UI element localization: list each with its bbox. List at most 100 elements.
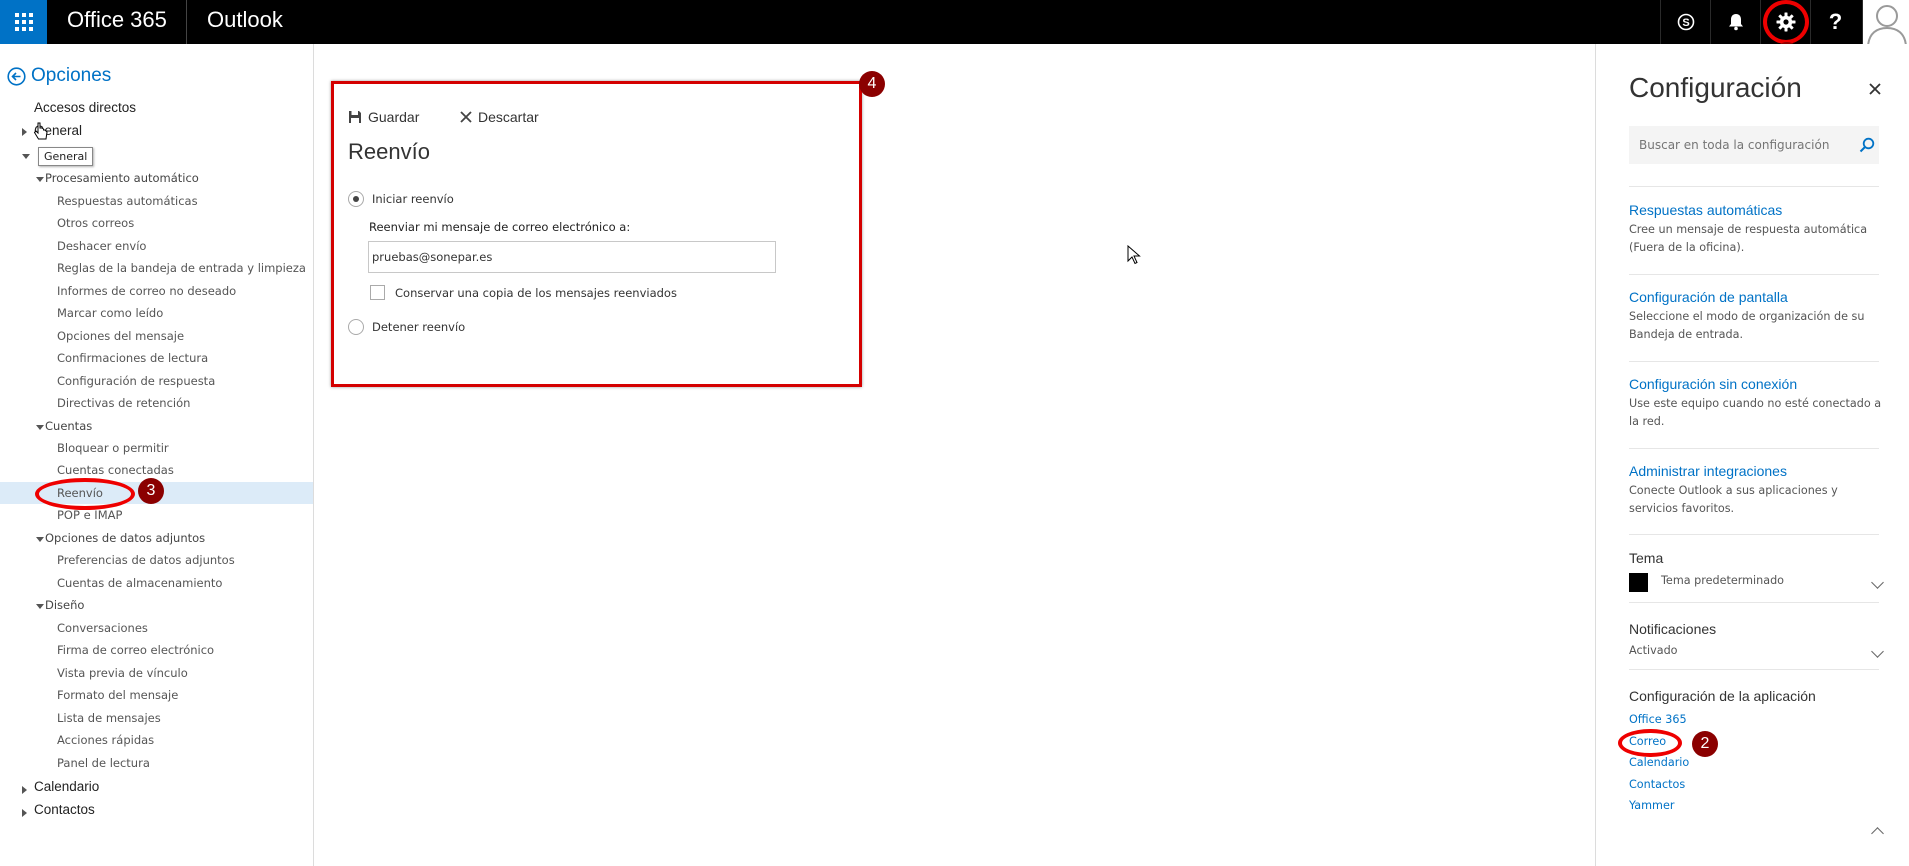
nav-item-reply-settings[interactable]: Configuración de respuesta (57, 374, 215, 388)
nav-item-link-preview[interactable]: Vista previa de vínculo (57, 666, 188, 680)
theme-value[interactable]: Tema predeterminado (1661, 574, 1784, 587)
nav-accounts[interactable]: Cuentas (45, 419, 92, 433)
discard-label: Descartar (478, 109, 539, 125)
annotation-ring-forwarding (35, 478, 135, 510)
nav-item-undo-send[interactable]: Deshacer envío (57, 239, 146, 253)
forward-address-input[interactable] (368, 241, 776, 273)
nav-contacts[interactable]: Contactos (34, 802, 95, 817)
app-link-yammer[interactable]: Yammer (1629, 799, 1674, 812)
nav-item-read-receipts[interactable]: Confirmaciones de lectura (57, 351, 208, 365)
settings-desc-offline: Use este equipo cuando no esté conectado… (1629, 397, 1882, 428)
nav-layout[interactable]: Diseño (45, 598, 84, 612)
nav-item-other-mail[interactable]: Otros correos (57, 216, 134, 230)
notifications-button[interactable] (1710, 0, 1760, 44)
separator (1629, 361, 1879, 362)
nav-item-email-signature[interactable]: Firma de correo electrónico (57, 643, 214, 657)
save-button[interactable]: Guardar (348, 109, 419, 125)
settings-link-display[interactable]: Configuración de pantalla (1629, 289, 1788, 305)
expand-calendar-caret[interactable] (22, 786, 27, 794)
separator (1629, 274, 1879, 275)
settings-link-offline[interactable]: Configuración sin conexión (1629, 376, 1797, 392)
nav-item-inbox-rules[interactable]: Reglas de la bandeja de entrada y limpie… (57, 261, 306, 275)
expand-accounts-caret[interactable] (36, 425, 44, 430)
separator (1629, 669, 1879, 670)
chevron-up-icon[interactable] (1871, 827, 1884, 840)
svg-text:S: S (1682, 17, 1689, 29)
save-label: Guardar (368, 109, 420, 125)
expand-general-caret[interactable] (22, 128, 27, 136)
skype-button[interactable]: S (1660, 0, 1710, 44)
nav-item-storage-accounts[interactable]: Cuentas de almacenamiento (57, 576, 222, 590)
start-forwarding-label[interactable]: Iniciar reenvío (372, 192, 454, 206)
expand-contacts-caret[interactable] (22, 809, 27, 817)
expand-attachments-caret[interactable] (36, 537, 44, 542)
expand-layout-caret[interactable] (36, 604, 44, 609)
annotation-ring-settings (1763, 0, 1809, 44)
annotation-ring-mail (1618, 729, 1682, 757)
nav-item-connected-accounts[interactable]: Cuentas conectadas (57, 463, 174, 477)
chevron-down-icon[interactable] (1871, 576, 1884, 589)
discard-button[interactable]: Descartar (460, 109, 539, 125)
close-settings-button[interactable] (1869, 76, 1881, 100)
nav-attachments[interactable]: Opciones de datos adjuntos (45, 531, 205, 545)
app-link-contacts[interactable]: Contactos (1629, 778, 1685, 791)
app-launcher-icon (14, 13, 33, 31)
nav-item-reading-pane[interactable]: Panel de lectura (57, 756, 150, 770)
nav-item-message-list[interactable]: Lista de mensajes (57, 711, 161, 725)
nav-calendar[interactable]: Calendario (34, 779, 99, 794)
start-forwarding-radio[interactable] (348, 191, 364, 207)
nav-item-retention[interactable]: Directivas de retención (57, 396, 190, 410)
settings-desc-integrations: Conecte Outlook a sus aplicaciones y ser… (1629, 484, 1838, 515)
theme-swatch[interactable] (1629, 573, 1648, 592)
office-365-brand[interactable]: Office 365 (67, 0, 167, 44)
back-to-options[interactable]: Opciones (7, 65, 111, 87)
bell-icon (1728, 14, 1743, 31)
app-name[interactable]: Outlook (207, 0, 283, 44)
notifications-value[interactable]: Activado (1629, 644, 1678, 657)
nav-item-mark-read[interactable]: Marcar como leído (57, 306, 163, 320)
settings-link-auto-replies[interactable]: Respuestas automáticas (1629, 202, 1782, 218)
theme-label: Tema (1629, 550, 1664, 566)
expand-mail-caret[interactable] (22, 154, 30, 159)
settings-search-input[interactable] (1629, 126, 1879, 164)
general-tooltip: General (38, 147, 94, 166)
stop-forwarding-radio[interactable] (348, 319, 364, 335)
settings-link-integrations[interactable]: Administrar integraciones (1629, 463, 1787, 479)
nav-item-auto-replies[interactable]: Respuestas automáticas (57, 194, 198, 208)
options-label: Opciones (31, 65, 112, 86)
expand-auto-processing-caret[interactable] (36, 177, 44, 182)
close-icon (460, 111, 472, 123)
app-link-office365[interactable]: Office 365 (1629, 713, 1687, 726)
nav-item-quick-actions[interactable]: Acciones rápidas (57, 733, 154, 747)
nav-item-pop-imap[interactable]: POP e IMAP (57, 508, 122, 522)
nav-item-message-options[interactable]: Opciones del mensaje (57, 329, 184, 343)
nav-item-attachment-prefs[interactable]: Preferencias de datos adjuntos (57, 553, 235, 567)
chevron-down-icon[interactable] (1871, 645, 1884, 658)
avatar[interactable] (1862, 0, 1909, 44)
save-icon (349, 111, 361, 123)
nav-item-conversations[interactable]: Conversaciones (57, 621, 148, 635)
separator (1629, 448, 1879, 449)
separator (1629, 534, 1879, 535)
keep-copy-checkbox[interactable] (370, 285, 385, 300)
stop-forwarding-label[interactable]: Detener reenvío (372, 320, 465, 334)
search-icon[interactable] (1859, 137, 1875, 153)
keep-copy-label[interactable]: Conservar una copia de los mensajes reen… (395, 286, 677, 300)
options-nav: Opciones Accesos directos General Proces… (0, 44, 314, 866)
nav-item-block-allow[interactable]: Bloquear o permitir (57, 441, 169, 455)
separator (1629, 186, 1879, 187)
separator (1629, 602, 1879, 603)
brand-divider (186, 0, 187, 44)
nav-auto-processing[interactable]: Procesamiento automático (45, 171, 199, 185)
app-launcher-button[interactable] (0, 0, 47, 44)
help-button[interactable]: ? (1810, 0, 1860, 44)
settings-desc-auto-replies: Cree un mensaje de respuesta automática … (1629, 223, 1868, 254)
top-bar: Office 365 Outlook S ? (0, 0, 1909, 44)
nav-shortcuts[interactable]: Accesos directos (34, 100, 136, 115)
nav-item-junk-reports[interactable]: Informes de correo no deseado (57, 284, 236, 298)
app-link-calendar[interactable]: Calendario (1629, 756, 1689, 769)
annotation-badge-3: 3 (138, 478, 164, 504)
nav-item-message-format[interactable]: Formato del mensaje (57, 688, 178, 702)
forwarding-title: Reenvío (348, 139, 430, 164)
skype-icon: S (1677, 13, 1694, 31)
